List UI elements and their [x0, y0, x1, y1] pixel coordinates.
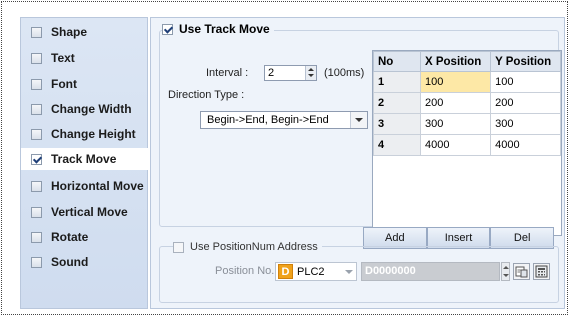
table-row[interactable]: 3 300 300	[373, 113, 561, 135]
x-position-cell[interactable]: 300	[419, 113, 492, 135]
sidebar-item-label: Shape	[51, 25, 88, 39]
position-no-label: Position No.	[215, 265, 275, 277]
device-icon: D	[278, 264, 293, 279]
spin-arrows-icon[interactable]	[305, 66, 316, 80]
sidebar-item-vertical-move[interactable]: Vertical Move	[23, 201, 147, 223]
checkbox-text[interactable]	[31, 52, 42, 64]
sidebar-item-label: Sound	[51, 255, 89, 269]
use-position-num-label: Use PositionNum Address	[190, 241, 318, 253]
keypad-icon[interactable]	[533, 263, 550, 280]
x-position-cell[interactable]: 100	[419, 71, 492, 93]
track-move-group: Interval : 2 (100ms) Direction Type : Be…	[159, 30, 562, 236]
interval-label: Interval :	[206, 67, 249, 79]
y-position-cell[interactable]: 200	[490, 92, 561, 114]
sidebar-item-label: Track Move	[51, 152, 117, 166]
track-move-panel: Interval : 2 (100ms) Direction Type : Be…	[150, 17, 565, 309]
sidebar-item-track-move[interactable]: Track Move	[21, 148, 149, 170]
address-spin-icon[interactable]	[501, 262, 510, 281]
table-row[interactable]: 1 100 100	[373, 71, 561, 93]
y-position-cell[interactable]: 100	[490, 71, 561, 93]
row-number: 2	[373, 92, 421, 114]
table-row[interactable]: 2 200 200	[373, 92, 561, 114]
direction-type-select[interactable]: Begin->End, Begin->End	[200, 111, 368, 129]
sidebar-item-label: Text	[51, 51, 75, 65]
checkbox-shape[interactable]	[31, 26, 42, 38]
address-input[interactable]: D0000000	[361, 262, 500, 281]
checkbox-sound[interactable]	[31, 256, 42, 268]
table-header-row: No X Position Y Position	[373, 51, 561, 72]
column-header-x[interactable]: X Position	[419, 51, 492, 72]
device-value: PLC2	[297, 265, 325, 278]
column-header-y[interactable]: Y Position	[490, 51, 561, 72]
sidebar-item-label: Change Height	[51, 127, 136, 141]
checkbox-change-width[interactable]	[31, 103, 42, 115]
direction-type-value: Begin->End, Begin->End	[207, 114, 329, 126]
column-header-no[interactable]: No	[373, 51, 421, 72]
checkbox-rotate[interactable]	[31, 231, 42, 243]
table-row[interactable]: 4 4000 4000	[373, 134, 561, 156]
sidebar-item-sound[interactable]: Sound	[23, 251, 147, 273]
interval-value: 2	[268, 67, 275, 79]
y-position-cell[interactable]: 4000	[490, 134, 561, 156]
sidebar-item-label: Vertical Move	[51, 205, 128, 219]
property-sidebar: Shape Text Font Change Width Change Heig…	[20, 17, 149, 309]
row-number: 4	[373, 134, 421, 156]
use-track-move-label: Use Track Move	[179, 22, 270, 36]
interval-spinner[interactable]: 2	[264, 65, 317, 81]
sidebar-item-horizontal-move[interactable]: Horizontal Move	[23, 175, 147, 197]
sidebar-item-label: Horizontal Move	[51, 179, 144, 193]
sidebar-item-label: Font	[51, 77, 77, 91]
y-position-cell[interactable]: 300	[490, 113, 561, 135]
use-position-num-checkbox[interactable]	[173, 241, 184, 253]
checkbox-font[interactable]	[31, 78, 42, 90]
x-position-cell[interactable]: 4000	[419, 134, 492, 156]
sidebar-item-change-width[interactable]: Change Width	[23, 98, 147, 120]
device-select[interactable]: D PLC2	[275, 262, 357, 281]
checkbox-track-move[interactable]	[31, 153, 42, 165]
position-table: No X Position Y Position 1 100 100 2 200…	[372, 50, 562, 236]
sidebar-item-font[interactable]: Font	[23, 73, 147, 95]
sidebar-item-shape[interactable]: Shape	[23, 21, 147, 43]
checkbox-horizontal-move[interactable]	[31, 180, 42, 192]
sidebar-item-label: Change Width	[51, 102, 132, 116]
use-track-move-checkbox[interactable]	[162, 23, 173, 35]
sidebar-item-rotate[interactable]: Rotate	[23, 226, 147, 248]
use-track-move-toggle[interactable]: Use Track Move	[162, 22, 274, 36]
use-position-num-toggle[interactable]: Use PositionNum Address	[173, 241, 322, 253]
interval-unit: (100ms)	[324, 67, 365, 79]
checkbox-change-height[interactable]	[31, 128, 42, 140]
row-number: 3	[373, 113, 421, 135]
row-number: 1	[373, 71, 421, 93]
sidebar-item-label: Rotate	[51, 230, 89, 244]
chevron-down-icon[interactable]	[345, 270, 353, 274]
sidebar-item-text[interactable]: Text	[23, 47, 147, 69]
x-position-cell[interactable]: 200	[419, 92, 492, 114]
sidebar-item-change-height[interactable]: Change Height	[23, 123, 147, 145]
checkbox-vertical-move[interactable]	[31, 206, 42, 218]
direction-type-label: Direction Type :	[168, 89, 245, 101]
chevron-down-icon[interactable]	[350, 112, 367, 128]
device-browse-icon[interactable]	[513, 263, 530, 280]
